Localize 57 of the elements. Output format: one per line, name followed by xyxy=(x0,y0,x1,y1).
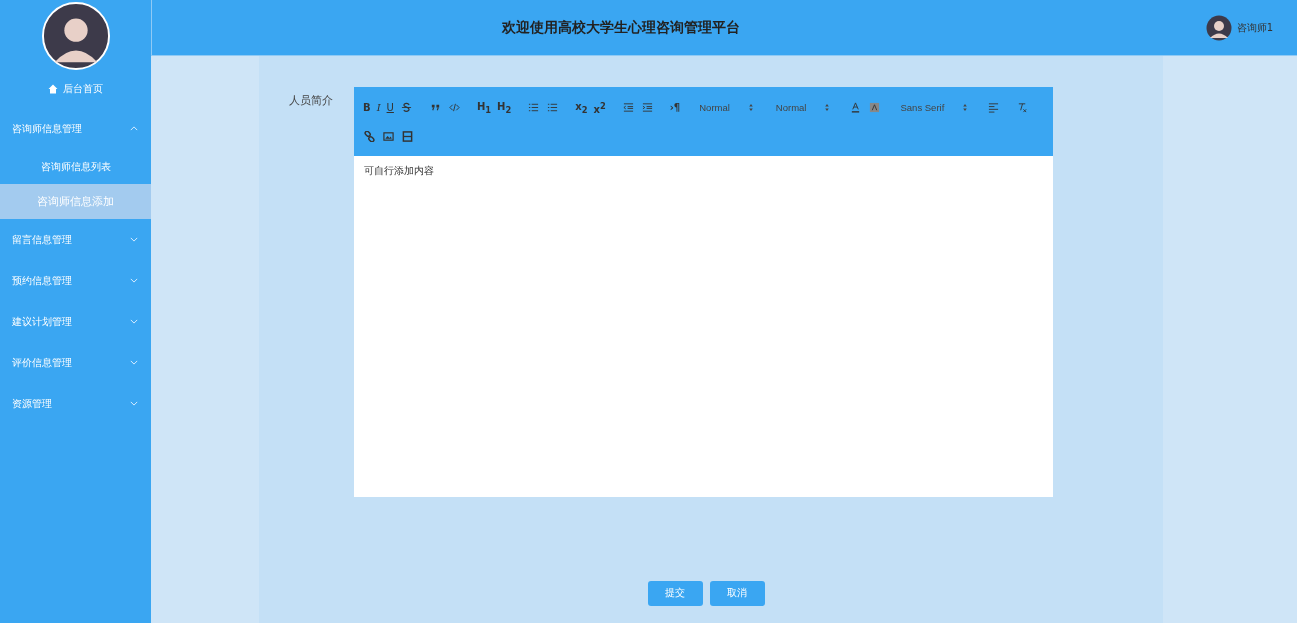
indent-icon[interactable] xyxy=(641,102,653,113)
video-icon[interactable] xyxy=(402,131,413,142)
format-button[interactable]: I xyxy=(373,102,384,113)
clear-format-icon[interactable] xyxy=(1017,102,1029,113)
menu-item[interactable]: 建议计划管理 xyxy=(0,301,151,342)
updown-icon xyxy=(824,103,831,112)
strikethrough-icon[interactable] xyxy=(400,102,412,113)
menu-item[interactable]: 咨询师信息管理 xyxy=(0,108,151,149)
chevron-icon xyxy=(130,360,138,365)
menu-label: 预约信息管理 xyxy=(12,273,72,288)
user-name[interactable]: 咨询师1 xyxy=(1236,20,1273,35)
bullet-list-icon[interactable] xyxy=(547,102,559,113)
format-button[interactable]: H$_{2}$ xyxy=(494,100,515,115)
menu-label: 建议计划管理 xyxy=(12,314,72,329)
format-button[interactable]: U xyxy=(383,102,397,113)
format-button[interactable]: ›¶ xyxy=(666,102,684,113)
menu-item[interactable]: 留言信息管理 xyxy=(0,219,151,260)
menu-label: 留言信息管理 xyxy=(12,232,72,247)
updown-icon xyxy=(962,103,969,112)
submenu-item[interactable]: 咨询师信息列表 xyxy=(0,149,151,184)
link-icon[interactable] xyxy=(364,131,375,142)
highlight-icon[interactable] xyxy=(869,102,881,113)
page-title: 欢迎使用高校大学生心理咨询管理平台 xyxy=(502,18,740,37)
field-label: 人员简介 xyxy=(289,93,334,109)
avatar xyxy=(1205,14,1232,41)
outdent-icon[interactable] xyxy=(622,102,634,113)
format-select[interactable]: Sans Serif xyxy=(894,102,975,113)
cancel-button[interactable]: 取消 xyxy=(709,581,765,606)
chevron-icon xyxy=(130,401,138,406)
numbered-list-icon[interactable] xyxy=(528,102,540,113)
home-icon xyxy=(48,84,58,94)
format-select[interactable]: Normal xyxy=(769,102,837,113)
menu-item[interactable]: 评价信息管理 xyxy=(0,342,151,383)
chevron-icon xyxy=(130,319,138,324)
quote-icon[interactable] xyxy=(429,102,441,113)
menu-item[interactable]: 资源管理 xyxy=(0,383,151,424)
chevron-icon xyxy=(130,126,138,131)
avatar xyxy=(41,2,110,70)
image-icon[interactable] xyxy=(383,131,394,142)
menu-label: 评价信息管理 xyxy=(12,355,72,370)
home-link[interactable]: 后台首页 xyxy=(0,70,151,108)
menu-item[interactable]: 预约信息管理 xyxy=(0,260,151,301)
updown-icon xyxy=(747,103,754,112)
format-select[interactable]: Normal xyxy=(693,102,760,113)
format-button[interactable]: H$_{1}$ xyxy=(473,100,495,115)
code-icon[interactable] xyxy=(448,102,460,113)
menu-label: 咨询师信息管理 xyxy=(12,121,82,136)
format-button[interactable]: x$^{2}$ xyxy=(590,100,609,115)
text-color-icon[interactable] xyxy=(850,102,862,113)
format-button[interactable]: B xyxy=(360,102,374,113)
chevron-icon xyxy=(130,278,138,283)
format-button[interactable]: x$_{2}$ xyxy=(572,100,591,115)
submit-button[interactable]: 提交 xyxy=(647,581,703,606)
chevron-icon xyxy=(130,237,138,242)
menu-label: 资源管理 xyxy=(12,396,52,411)
align-icon[interactable] xyxy=(988,102,1000,113)
editor-text[interactable]: 可自行添加内容 xyxy=(354,156,1053,497)
